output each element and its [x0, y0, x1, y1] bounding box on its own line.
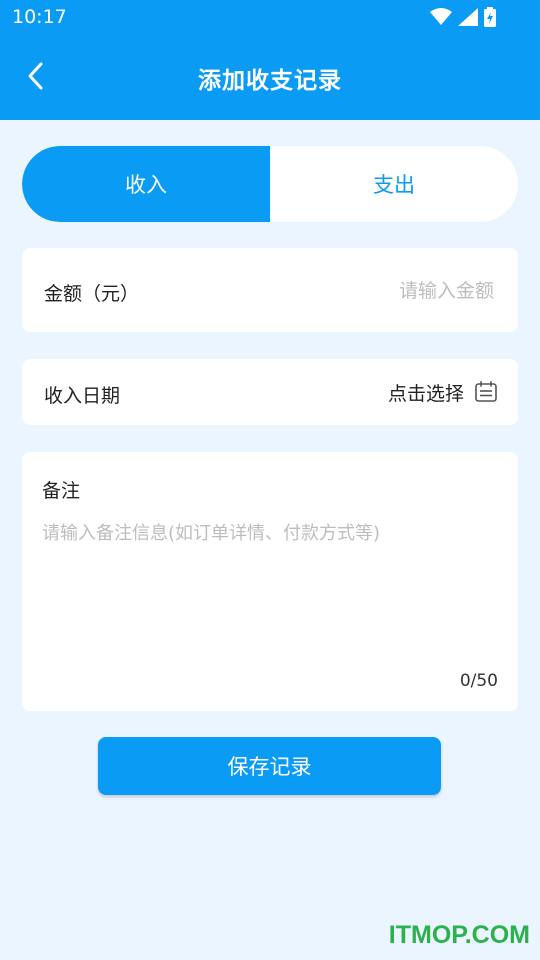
- date-picker[interactable]: 点击选择: [388, 359, 498, 425]
- note-label: 备注: [42, 480, 81, 502]
- amount-label: 金额（元）: [44, 283, 140, 305]
- tab-expense[interactable]: 支出: [270, 146, 518, 222]
- note-card: 备注 0/50: [22, 452, 518, 711]
- type-tabs: 收入 支出: [22, 146, 518, 222]
- amount-input[interactable]: [292, 248, 496, 334]
- status-time: 10:17: [12, 6, 67, 28]
- page-title: 添加收支记录: [198, 68, 342, 94]
- date-picker-label: 点击选择: [387, 382, 464, 405]
- status-bar: 10:17: [0, 0, 540, 34]
- calendar-icon: [475, 381, 497, 402]
- date-label: 收入日期: [44, 385, 121, 407]
- amount-card: 金额（元）: [22, 248, 518, 334]
- signal-icon: [458, 8, 478, 26]
- status-icons: [430, 7, 496, 27]
- watermark-logo: ITMOP.COM: [388, 921, 530, 949]
- save-button[interactable]: 保存记录: [98, 737, 441, 795]
- tab-income[interactable]: 收入: [22, 146, 270, 222]
- char-counter: 0/50: [459, 671, 498, 691]
- battery-charging-icon: [484, 7, 496, 27]
- date-card: 收入日期 点击选择: [22, 359, 518, 425]
- app-bar: 添加收支记录: [0, 34, 540, 120]
- wifi-icon: [430, 8, 452, 25]
- note-textarea[interactable]: [42, 520, 498, 650]
